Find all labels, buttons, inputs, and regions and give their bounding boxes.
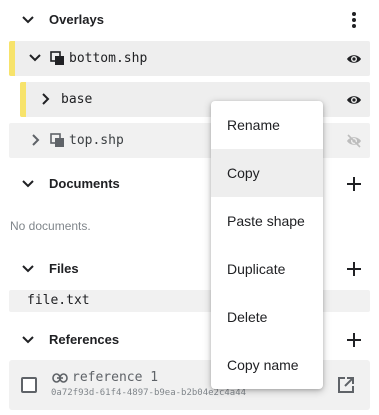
add-document-button[interactable]	[344, 174, 364, 194]
references-title: References	[49, 332, 120, 347]
eye-off-icon[interactable]	[346, 134, 362, 148]
add-reference-button[interactable]	[344, 330, 364, 350]
reference-name: reference 1	[72, 370, 159, 385]
chevron-right-icon[interactable]	[28, 133, 42, 147]
eye-icon[interactable]	[346, 93, 362, 107]
overlays-more-button[interactable]	[344, 10, 364, 30]
reference-id: 0a72f93d-61f4-4897-b9ea-b2b04e2c4a44	[51, 388, 247, 398]
layer-marker	[20, 82, 26, 117]
menu-item-copy-name[interactable]: Copy name	[211, 341, 323, 389]
menu-item-duplicate[interactable]: Duplicate	[211, 245, 323, 293]
overlay-label: base	[61, 92, 93, 107]
documents-empty-message: No documents.	[10, 219, 91, 233]
chevron-down-icon[interactable]	[20, 261, 36, 277]
add-file-button[interactable]	[344, 259, 364, 279]
menu-item-paste-shape[interactable]: Paste shape	[211, 197, 323, 245]
reference-checkbox[interactable]	[21, 377, 37, 393]
menu-item-rename[interactable]: Rename	[211, 101, 323, 149]
chevron-down-icon[interactable]	[28, 51, 42, 65]
chevron-right-icon[interactable]	[38, 92, 52, 106]
overlay-label: bottom.shp	[69, 51, 148, 66]
eye-icon[interactable]	[346, 52, 362, 66]
plus-icon	[347, 177, 361, 191]
overlays-title: Overlays	[49, 12, 104, 27]
layer-marker	[9, 41, 15, 76]
plus-icon	[347, 262, 361, 276]
documents-title: Documents	[49, 176, 120, 191]
more-vert-icon	[352, 12, 356, 28]
file-label: file.txt	[27, 293, 90, 308]
menu-item-delete[interactable]: Delete	[211, 293, 323, 341]
link-icon	[52, 373, 68, 383]
chevron-down-icon[interactable]	[20, 176, 36, 192]
layers-icon	[50, 133, 64, 147]
overlay-item-bottom-shp[interactable]: bottom.shp	[9, 41, 370, 76]
plus-icon	[347, 333, 361, 347]
open-in-new-icon[interactable]	[337, 376, 355, 394]
overlays-section-header[interactable]: Overlays	[0, 0, 379, 40]
chevron-down-icon[interactable]	[20, 12, 36, 28]
layers-icon	[50, 51, 64, 65]
files-title: Files	[49, 261, 79, 276]
context-menu: Rename Copy Paste shape Duplicate Delete…	[211, 101, 323, 389]
menu-item-copy[interactable]: Copy	[211, 149, 323, 197]
overlay-label: top.shp	[69, 133, 124, 148]
chevron-down-icon[interactable]	[20, 332, 36, 348]
